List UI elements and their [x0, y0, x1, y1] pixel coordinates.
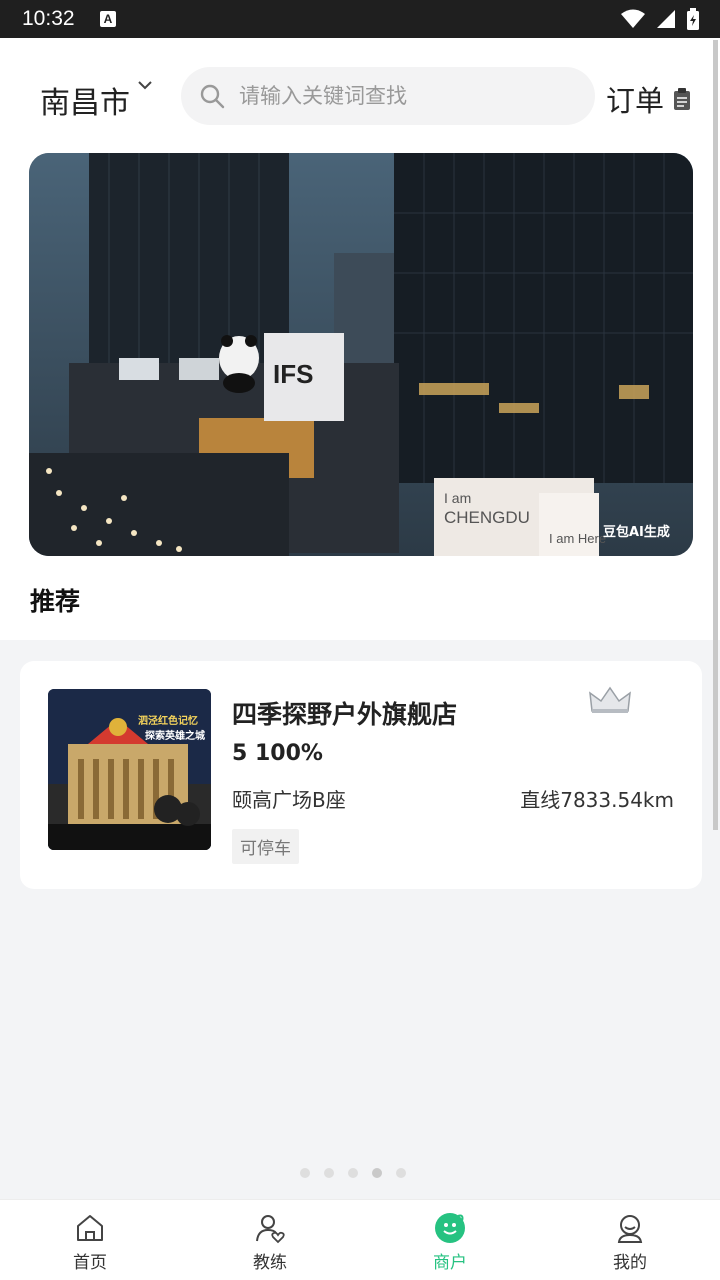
search-bar[interactable]: [181, 67, 595, 125]
battery-icon: [687, 8, 699, 30]
orders-label: 订单: [606, 84, 665, 118]
store-distance: 直线7833.54km: [520, 788, 674, 812]
tab-merchant-label: 商户: [433, 1253, 467, 1273]
parking-tag: 可停车: [232, 829, 299, 864]
bottom-tab-bar: 首页 教练 商户 我的: [0, 1199, 720, 1280]
status-bar: 10:32 A: [0, 0, 720, 38]
carousel-dot-active[interactable]: [372, 1168, 382, 1178]
tab-profile[interactable]: 我的: [540, 1200, 720, 1280]
banner-chengdu-sign: CHENGDU: [444, 508, 530, 527]
store-address: 颐高广场B座: [232, 788, 346, 812]
banner-iam-sign: I am: [444, 490, 471, 506]
store-rating: 5 100%: [232, 741, 323, 766]
recommend-title: 推荐: [30, 587, 81, 616]
store-thumbnail: 泗泾红色记忆 探索英雄之城: [48, 689, 211, 850]
chevron-down-icon: [138, 81, 152, 90]
banner-here-sign: I am Here: [549, 531, 606, 546]
carousel-dot[interactable]: [396, 1168, 406, 1178]
home-icon: [77, 1215, 103, 1241]
tab-merchant[interactable]: 商户: [360, 1200, 540, 1280]
status-time: 10:32: [22, 7, 75, 30]
tab-coach[interactable]: 教练: [180, 1200, 360, 1280]
merchant-icon: [435, 1213, 465, 1243]
city-selector[interactable]: 南昌市: [40, 78, 154, 122]
orders-button[interactable]: 订单: [606, 78, 692, 120]
city-label: 南昌市: [40, 86, 130, 121]
store-name: 四季探野户外旗舰店: [232, 700, 458, 729]
clipboard-icon: [674, 88, 691, 110]
banner-watermark: 豆包AI生成: [603, 524, 670, 540]
coach-icon: [256, 1215, 285, 1244]
scrollbar[interactable]: [713, 40, 718, 830]
search-icon: [200, 84, 225, 109]
promo-banner[interactable]: IFS I am CHENGDU I am Here 豆包AI生成: [29, 153, 693, 556]
wifi-icon: [621, 9, 645, 28]
tab-coach-label: 教练: [253, 1253, 287, 1273]
search-input[interactable]: [239, 84, 569, 108]
tab-profile-label: 我的: [613, 1253, 647, 1273]
thumb-caption-2: 探索英雄之城: [145, 729, 205, 742]
signal-icon: [657, 10, 675, 28]
thumb-caption-1: 泗泾红色记忆: [138, 714, 198, 727]
system-icons: [620, 8, 700, 30]
carousel-dot[interactable]: [300, 1168, 310, 1178]
crown-icon: [589, 686, 631, 713]
notification-a-icon: A: [100, 11, 116, 27]
tab-home[interactable]: 首页: [0, 1200, 180, 1280]
banner-ifs-sign: IFS: [273, 359, 313, 389]
store-card[interactable]: 泗泾红色记忆 探索英雄之城 四季探野户外旗舰店 5 100% 颐高广场B座 直线…: [20, 661, 702, 889]
carousel-dot[interactable]: [324, 1168, 334, 1178]
tab-home-label: 首页: [73, 1253, 107, 1273]
profile-icon: [617, 1215, 643, 1243]
carousel-dots: [300, 1168, 406, 1178]
carousel-dot[interactable]: [348, 1168, 358, 1178]
header-section: 南昌市 订单: [0, 38, 720, 640]
